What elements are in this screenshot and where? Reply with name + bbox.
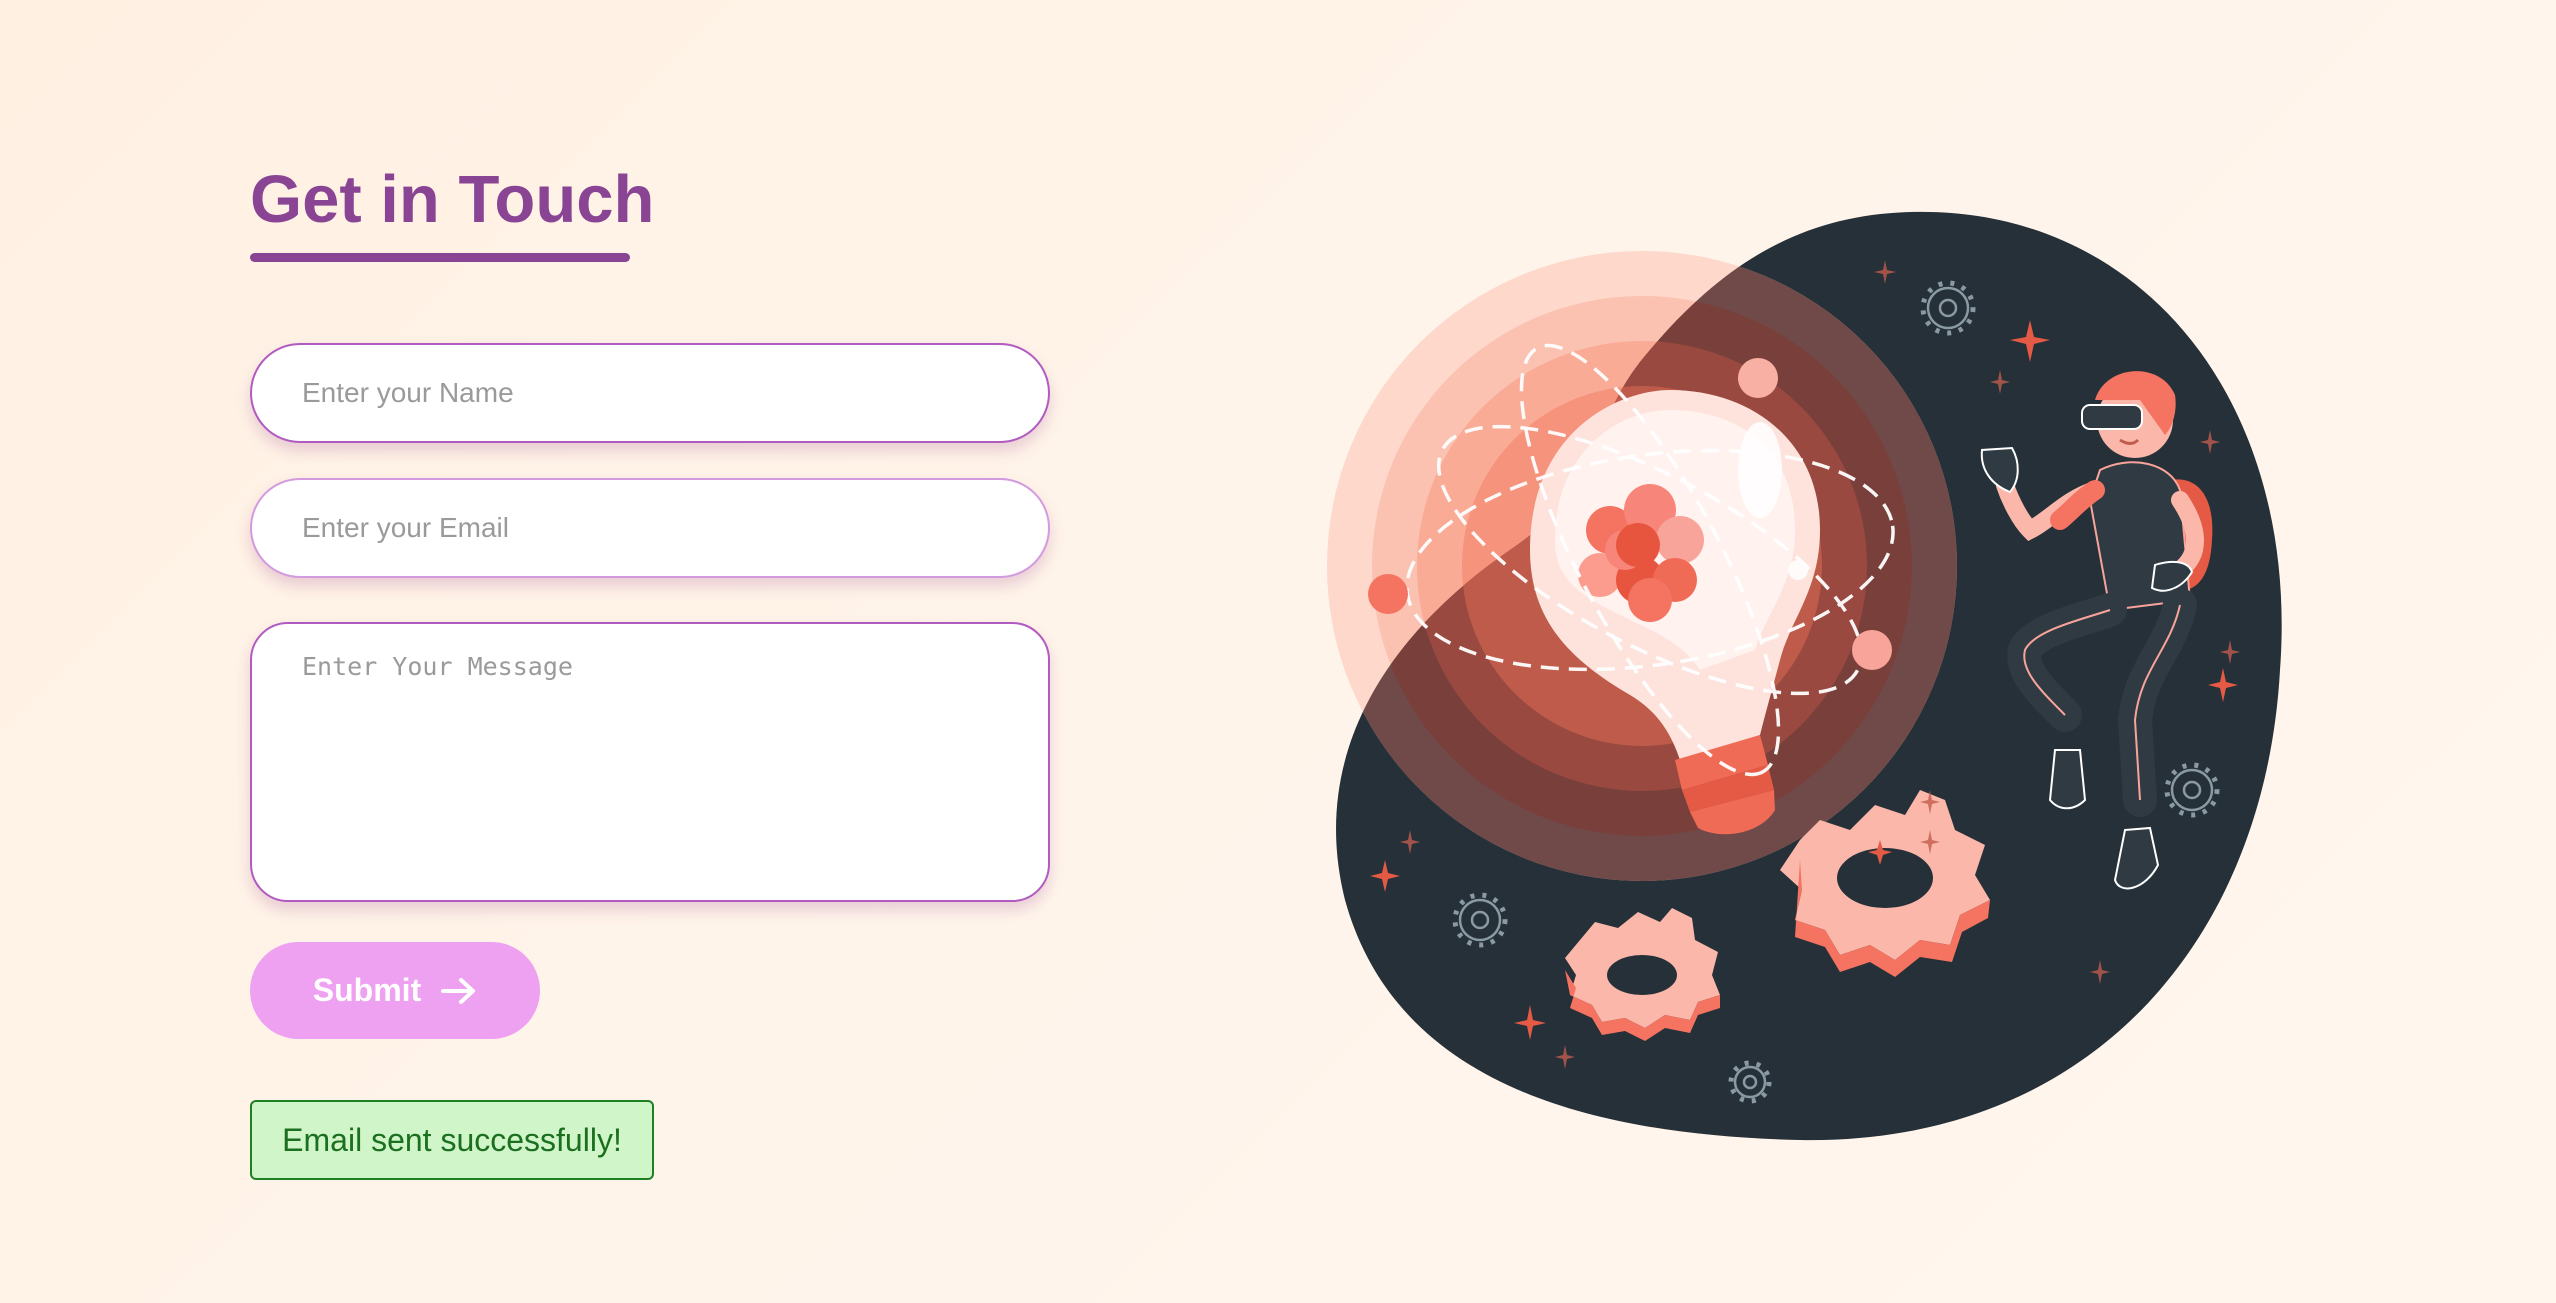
- submit-label: Submit: [312, 972, 422, 1008]
- title-underline: [250, 253, 630, 262]
- page-title: Get in Touch: [250, 162, 655, 237]
- name-input[interactable]: [250, 343, 1050, 443]
- hero-illustration: [1327, 211, 2282, 1141]
- email-input[interactable]: [250, 478, 1050, 578]
- success-alert-text: Email sent successfully!: [282, 1121, 622, 1158]
- success-alert: Email sent successfully!: [250, 1100, 654, 1180]
- arrow-right-icon: [441, 977, 477, 1005]
- message-textarea[interactable]: [250, 622, 1050, 902]
- submit-button[interactable]: Submit: [250, 942, 540, 1039]
